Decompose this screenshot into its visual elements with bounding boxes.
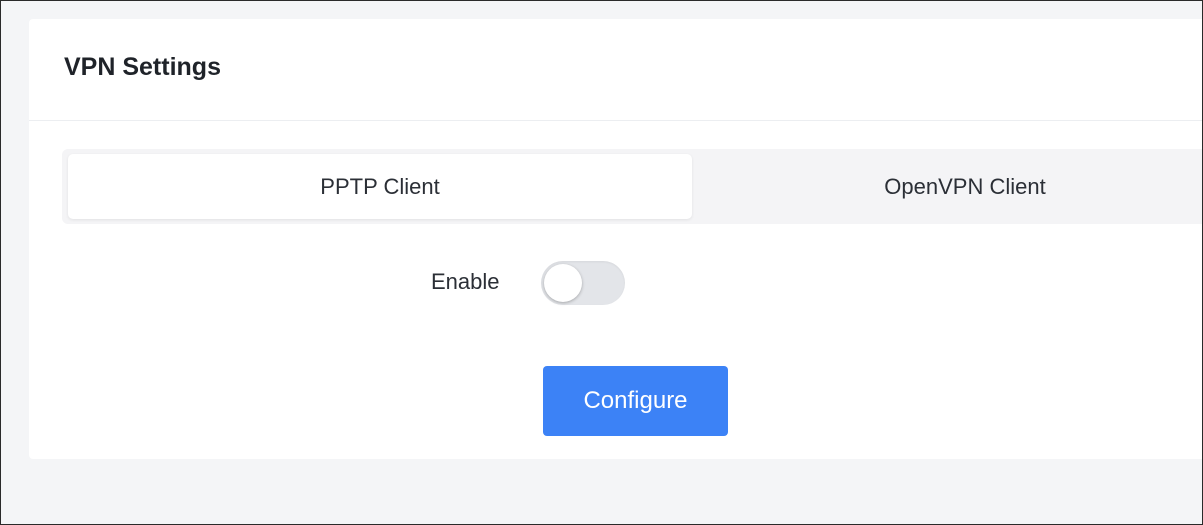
tab-openvpn-client[interactable]: OpenVPN Client bbox=[692, 154, 1202, 219]
enable-toggle[interactable] bbox=[541, 261, 625, 305]
tab-pptp-client[interactable]: PPTP Client bbox=[68, 154, 692, 219]
card-header: VPN Settings bbox=[29, 19, 1202, 121]
page-frame: VPN Settings PPTP Client OpenVPN Client … bbox=[0, 0, 1203, 525]
enable-label: Enable bbox=[431, 269, 500, 294]
enable-row: Enable bbox=[29, 259, 1029, 309]
vpn-settings-card: VPN Settings PPTP Client OpenVPN Client … bbox=[29, 19, 1202, 459]
configure-button[interactable]: Configure bbox=[543, 366, 728, 436]
vpn-client-tabs: PPTP Client OpenVPN Client bbox=[62, 149, 1202, 224]
toggle-knob bbox=[544, 264, 582, 302]
page-title: VPN Settings bbox=[64, 53, 221, 81]
